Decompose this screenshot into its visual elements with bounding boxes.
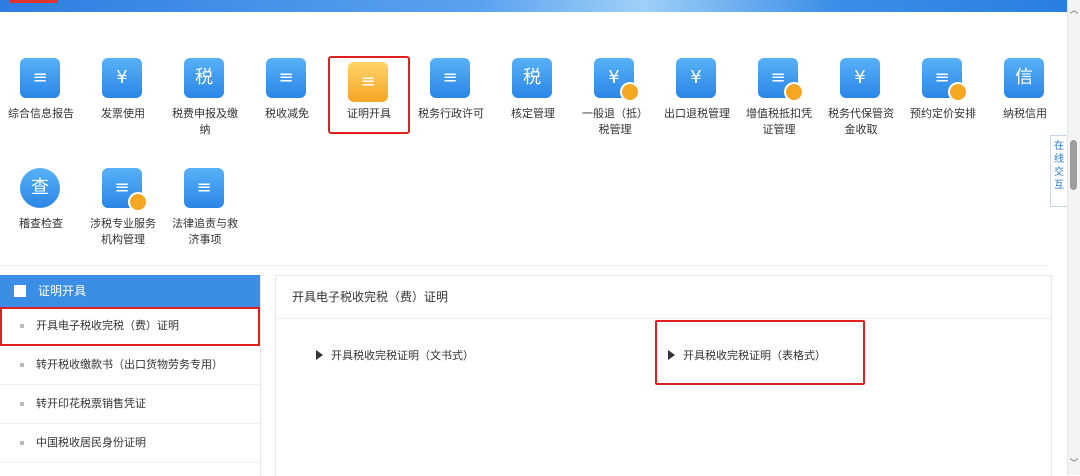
tile-invoice[interactable]: ¥ 发票使用 [82,40,164,135]
tile-label: 核定管理 [511,107,555,120]
escrow-icon: ¥ [840,58,880,98]
tile-certificate[interactable]: ≡ 证明开具 [328,56,410,134]
tax-relief-icon: ≡ [266,58,306,98]
tile-label: 税费申报及缴纳 [172,107,238,136]
logo-mark [10,0,58,3]
tile-agency[interactable]: ≡ 涉税专业服务机构管理 [82,150,164,246]
sidebar-title: 证明开具 [38,284,87,298]
tile-label: 税务代保管资金收取 [828,107,894,136]
export-refund-icon: ¥ [676,58,716,98]
tile-tax-payment[interactable]: 税税费申报及缴纳 [164,40,246,136]
tile-label: 证明开具 [347,107,391,120]
scroll-down-icon[interactable]: ﹀ [1068,457,1080,471]
sidebar-item-label: 开具电子税收完税（费）证明 [36,319,179,332]
sidebar-item-tax-payment-book[interactable]: 转开税收缴款书（出口货物劳务专用） [0,346,260,385]
triangle-right-icon [316,350,323,360]
legal-icon: ≡ [184,168,224,208]
schedule-icon: ≡ [922,58,968,102]
agency-icon: ≡ [102,168,148,212]
option-label: 开具税收完税证明（文书式） [331,349,474,362]
certificate-icon: ≡ [348,62,388,102]
tile-label: 综合信息报告 [8,107,74,120]
tile-tax-relief[interactable]: ≡ 税收减免 [246,40,328,135]
tile-label: 发票使用 [101,107,145,120]
content-title: 开具电子税收完税（费）证明 [276,276,1051,319]
sidebar-item-label: 转开印花税票销售凭证 [36,397,146,410]
sidebar-item-label: 转开税收缴款书（出口货物劳务专用） [36,358,223,371]
scrollbar[interactable]: ︿ ﹀ [1067,0,1080,475]
tile-comprehensive-report[interactable]: ≡ 综合信息报告 [0,40,82,135]
sidebar-item-electronic-certificate[interactable]: 开具电子税收完税（费）证明 [0,307,260,346]
verify-icon: 税 [512,58,552,98]
certificate-icon [14,284,26,297]
tile-escrow[interactable]: ¥ 税务代保管资金收取 [820,40,902,136]
report-icon: ≡ [20,58,60,98]
bullet-icon [20,441,24,445]
online-service-char: 在 [1054,141,1064,152]
tile-label: 预约定价安排 [910,107,976,120]
invoice-icon: ¥ [102,58,142,98]
tile-schedule[interactable]: ≡ 预约定价安排 [902,40,984,135]
bullet-icon [20,402,24,406]
bullet-icon [20,363,24,367]
sidebar-item-label: 中国税收居民身份证明 [36,436,146,449]
tile-label: 税务行政许可 [418,107,484,120]
tile-legal[interactable]: ≡ 法律追责与救济事项 [164,150,246,246]
tile-permit[interactable]: ≡ 税务行政许可 [410,40,492,135]
sidebar-item-stamp-tax-receipt[interactable]: 转开印花税票销售凭证 [0,385,260,424]
tile-label: 增值税抵扣凭证管理 [746,107,812,136]
inspection-icon: 查 [20,168,60,208]
scroll-up-icon[interactable]: ︿ [1068,4,1080,18]
tile-label: 法律追责与救济事项 [172,217,238,246]
tile-refund[interactable]: ¥ 一般退（抵）税管理 [574,40,656,136]
online-service-button[interactable]: 在 线 交 互 [1050,135,1068,207]
tile-label: 纳税信用 [1003,107,1047,120]
vat-deduction-icon: ≡ [758,58,804,102]
bullet-icon [20,324,24,328]
top-banner [0,0,1068,12]
online-service-char: 交 [1054,167,1064,178]
tile-label: 稽查检查 [19,217,63,230]
refund-icon: ¥ [594,58,640,102]
tile-export-refund[interactable]: ¥ 出口退税管理 [656,40,738,135]
online-service-char: 互 [1054,180,1064,191]
permit-icon: ≡ [430,58,470,98]
service-tiles: ≡ 综合信息报告 ¥ 发票使用 税税费申报及缴纳 ≡ 税收减免 ≡ 证明开具 ≡ 税务行政… [0,40,1048,266]
scroll-thumb[interactable] [1070,140,1077,190]
sidebar-header: 证明开具 [0,275,260,307]
credit-icon: 信 [1004,58,1044,98]
tax-payment-icon: 税 [184,58,224,98]
tile-inspection[interactable]: 查稽查检查 [0,150,82,245]
tile-label: 出口退税管理 [664,107,730,120]
tile-verify[interactable]: 税核定管理 [492,40,574,135]
sidebar: 证明开具 开具电子税收完税（费）证明 转开税收缴款书（出口货物劳务专用） 转开印… [0,275,261,475]
highlight-box [655,320,865,385]
online-service-char: 线 [1054,154,1064,165]
tile-label: 税收减免 [265,107,309,120]
tile-credit[interactable]: 信纳税信用 [984,40,1066,135]
tile-label: 涉税专业服务机构管理 [90,217,156,246]
tile-vat-deduction[interactable]: ≡ 增值税抵扣凭证管理 [738,40,820,136]
option-document-format[interactable]: 开具税收完税证明（文书式） [316,348,474,364]
sidebar-item-resident-certificate[interactable]: 中国税收居民身份证明 [0,424,260,463]
tile-label: 一般退（抵）税管理 [582,107,648,136]
